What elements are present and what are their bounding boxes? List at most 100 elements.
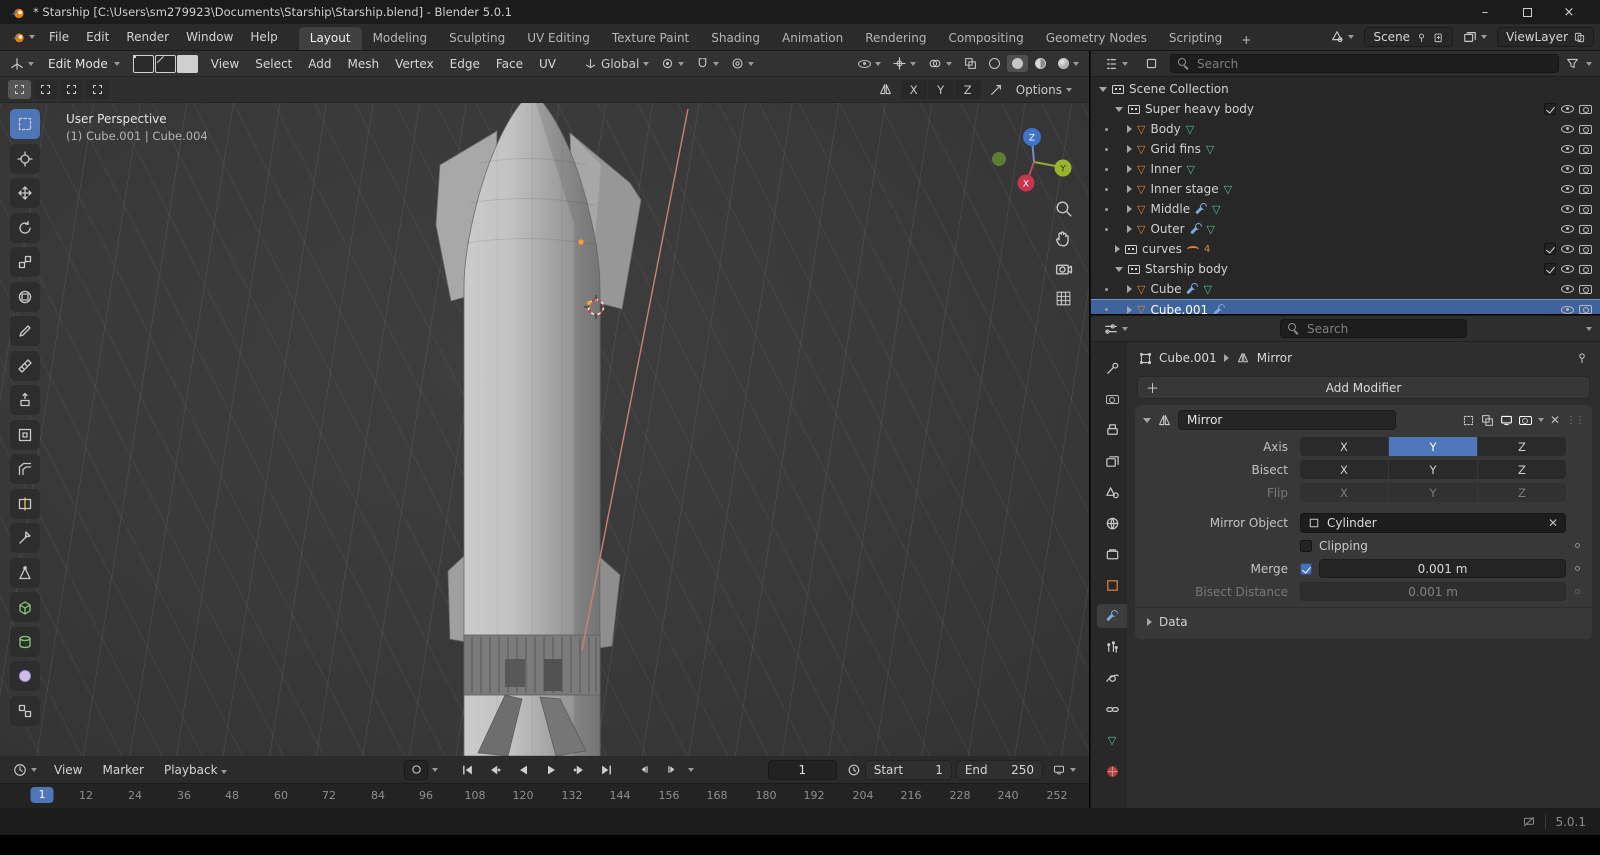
pivot-point-dropdown[interactable]	[656, 54, 689, 73]
merge-checkbox[interactable]	[1300, 563, 1312, 575]
collection-checkbox[interactable]	[1544, 243, 1556, 255]
orthographic-grid-icon[interactable]	[1054, 289, 1073, 308]
render-camera-icon[interactable]	[1579, 185, 1592, 194]
timeline-ruler[interactable]: 1 12 24 36 48 60 72 84 96 108 120 132 14…	[0, 783, 1089, 808]
xray-toggle[interactable]	[959, 54, 982, 73]
frame-start-field[interactable]: Start1	[865, 760, 952, 780]
tool-loop-cut[interactable]	[10, 489, 40, 519]
options-dropdown[interactable]: Options	[1011, 80, 1077, 100]
outliner-row-grid-fins[interactable]: ▽ Grid fins▽	[1091, 139, 1600, 159]
target-icon[interactable]	[989, 83, 1003, 97]
tab-animation[interactable]: Animation	[771, 27, 854, 50]
edit-mode-display-icon[interactable]	[1481, 414, 1494, 427]
viewport-menu-view[interactable]: View	[204, 54, 246, 74]
overlays-dropdown[interactable]	[923, 54, 957, 73]
render-display-icon[interactable]	[1519, 416, 1532, 425]
breadcrumb-object[interactable]: Cube.001	[1159, 351, 1217, 365]
viewport-menu-select[interactable]: Select	[248, 54, 299, 74]
properties-search[interactable]	[1280, 319, 1467, 338]
merge-threshold-field[interactable]: 0.001 m	[1319, 559, 1566, 578]
expand-icon[interactable]	[1115, 267, 1123, 272]
face-select-button[interactable]	[177, 55, 198, 73]
tab-shading[interactable]: Shading	[700, 27, 771, 50]
tool-knife[interactable]	[10, 523, 40, 553]
mirror-x-button[interactable]: X	[901, 80, 927, 99]
tool-add-cylinder[interactable]	[10, 627, 40, 657]
use-preview-range-icon[interactable]	[847, 763, 861, 777]
tab-modifiers[interactable]	[1097, 604, 1127, 628]
tool-transform[interactable]	[10, 282, 40, 312]
tool-move[interactable]	[10, 178, 40, 208]
edge-select-button[interactable]	[155, 55, 176, 73]
frame-end-field[interactable]: End250	[956, 760, 1043, 780]
data-subpanel-header[interactable]: Data	[1135, 607, 1592, 635]
render-camera-icon[interactable]	[1579, 145, 1592, 154]
tool-scale[interactable]	[10, 247, 40, 277]
chevron-down-icon[interactable]	[1586, 327, 1592, 331]
eye-icon[interactable]	[1561, 225, 1574, 233]
menu-help[interactable]: Help	[242, 27, 285, 47]
add-modifier-button[interactable]: ＋ Add Modifier	[1137, 376, 1590, 399]
eye-icon[interactable]	[1561, 185, 1574, 193]
expand-icon[interactable]	[1115, 245, 1120, 253]
tool-add-cube[interactable]	[10, 592, 40, 622]
starship-model[interactable]	[0, 103, 1089, 756]
tool-poly-build[interactable]	[10, 558, 40, 588]
chevron-down-icon[interactable]	[432, 768, 438, 772]
apply-on-cage-icon[interactable]	[1462, 414, 1475, 427]
timeline-menu-marker[interactable]: Marker	[94, 760, 151, 780]
frame-forward-button[interactable]	[660, 760, 684, 780]
tab-modeling[interactable]: Modeling	[362, 27, 439, 50]
properties-editor-type-button[interactable]	[1099, 319, 1133, 339]
eye-icon[interactable]	[1561, 265, 1574, 273]
render-camera-icon[interactable]	[1579, 165, 1592, 174]
bisect-z-button[interactable]: Z	[1478, 460, 1566, 479]
mirror-y-button[interactable]: Y	[928, 80, 954, 99]
timeline-menu-view[interactable]: View	[46, 760, 90, 780]
tool-bevel[interactable]	[10, 454, 40, 484]
remove-modifier-button[interactable]: ✕	[1550, 413, 1560, 427]
select-subtract-button[interactable]	[60, 80, 83, 99]
outliner-row-scene-collection[interactable]: Scene Collection	[1091, 79, 1600, 99]
axis-x-button[interactable]: X	[1300, 437, 1388, 456]
pin-icon[interactable]	[1416, 32, 1427, 43]
axis-z-button[interactable]: Z	[1478, 437, 1566, 456]
frame-back-button[interactable]	[632, 760, 656, 780]
outliner-row-cube-001[interactable]: ▽ Cube.001	[1091, 299, 1600, 314]
collection-checkbox[interactable]	[1544, 103, 1556, 115]
shading-solid-button[interactable]	[1007, 55, 1028, 72]
maximize-button[interactable]	[1506, 0, 1548, 24]
outliner-search-input[interactable]	[1195, 56, 1551, 72]
render-camera-icon[interactable]	[1579, 205, 1592, 214]
eye-icon[interactable]	[1561, 165, 1574, 173]
zoom-icon[interactable]	[1054, 199, 1073, 218]
viewport-menu-vertex[interactable]: Vertex	[388, 54, 441, 74]
collection-checkbox[interactable]	[1544, 263, 1556, 275]
timeline-menu-playback[interactable]: Playback	[156, 760, 235, 780]
next-keyframe-button[interactable]	[567, 760, 591, 780]
flip-y-button[interactable]: Y	[1389, 483, 1477, 502]
expand-icon[interactable]	[1127, 205, 1132, 213]
tab-scripting[interactable]: Scripting	[1158, 27, 1233, 50]
tab-geometry-nodes[interactable]: Geometry Nodes	[1035, 27, 1158, 50]
tab-scene[interactable]	[1097, 480, 1127, 504]
tab-physics[interactable]	[1097, 666, 1127, 690]
chevron-down-icon[interactable]	[688, 768, 694, 772]
selected-vertex[interactable]	[578, 239, 583, 244]
chevron-down-icon[interactable]	[1586, 62, 1592, 66]
render-camera-icon[interactable]	[1579, 105, 1592, 114]
tool-rotate[interactable]	[10, 213, 40, 243]
outliner-row-super-heavy-body[interactable]: Super heavy body	[1091, 99, 1600, 119]
eye-icon[interactable]	[1561, 105, 1574, 113]
transform-orientation-dropdown[interactable]: Global	[579, 54, 654, 74]
auto-keying-button[interactable]	[404, 760, 428, 780]
flip-z-button[interactable]: Z	[1478, 483, 1566, 502]
realtime-display-icon[interactable]	[1500, 414, 1513, 427]
render-camera-icon[interactable]	[1579, 265, 1592, 274]
minimize-button[interactable]: –	[1464, 0, 1506, 24]
current-frame-field[interactable]: 1	[768, 760, 837, 780]
add-workspace-button[interactable]: +	[1233, 30, 1259, 50]
mode-dropdown[interactable]: Edit Mode	[41, 55, 127, 73]
timeline-editor-type-button[interactable]	[8, 760, 42, 780]
gizmo-axis-neg[interactable]	[992, 152, 1006, 166]
